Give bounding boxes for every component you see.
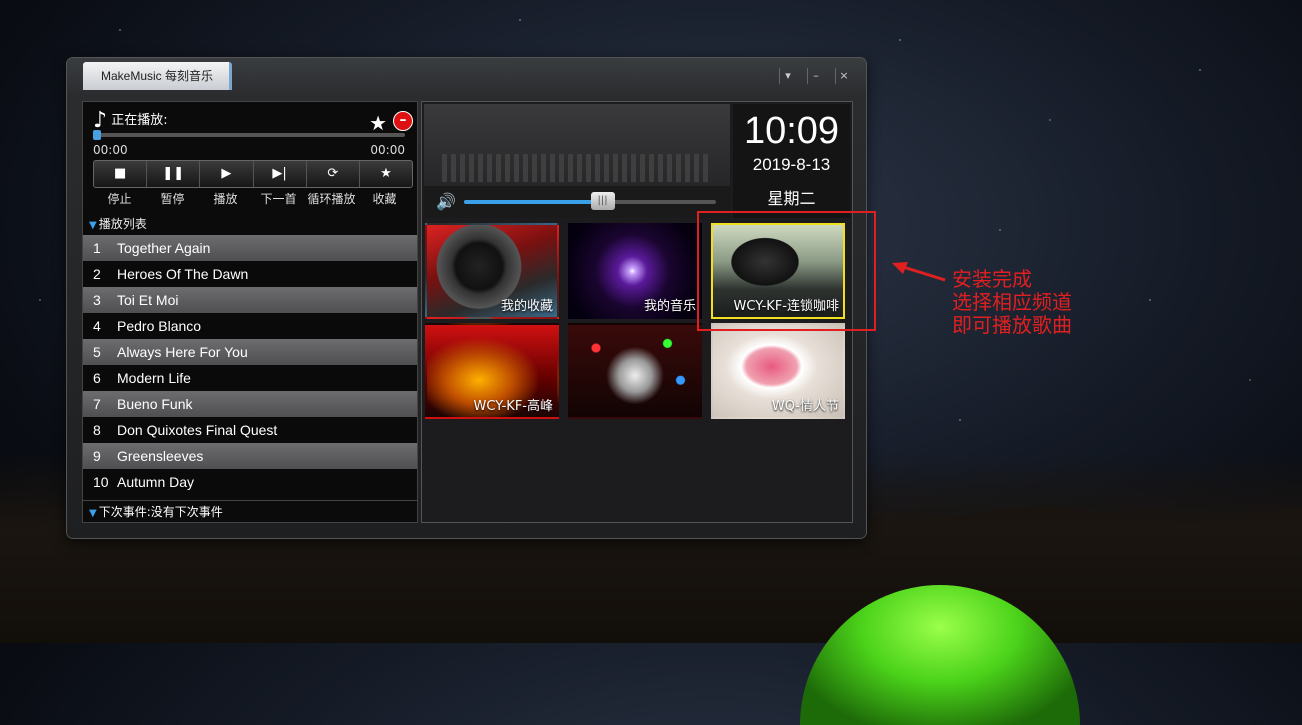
play-icon: ▶ [221, 166, 232, 181]
clock-weekday: 星期二 [767, 189, 816, 208]
playlist-row[interactable]: 10 Autumn Day [83, 469, 417, 495]
playlist-row[interactable]: 3 Toi Et Moi [83, 287, 417, 313]
annotation-line: 即可播放歌曲 [952, 313, 1072, 337]
playlist-row[interactable]: 7 Bueno Funk [83, 391, 417, 417]
playlist-row[interactable]: 8 Don Quixotes Final Quest [83, 417, 417, 443]
playlist-row[interactable]: 2 Heroes Of The Dawn [83, 261, 417, 287]
playlist-row[interactable]: 1 Together Again [83, 235, 417, 261]
pause-icon: ❚❚ [162, 166, 185, 181]
annotation-line: 安装完成 [952, 267, 1032, 291]
playlist-row[interactable]: 9 Greensleeves [83, 443, 417, 469]
track-title: Modern Life [117, 370, 191, 386]
track-title: Don Quixotes Final Quest [117, 422, 278, 438]
channel-label: 我的收藏 [500, 299, 553, 314]
track-number: 6 [93, 370, 101, 386]
star-button[interactable]: ★ [360, 161, 412, 187]
track-number: 7 [93, 396, 101, 412]
volume-knob[interactable]: ||| [590, 192, 615, 210]
track-title: Bueno Funk [117, 396, 193, 412]
track-number: 4 [93, 318, 101, 334]
progress-bar[interactable] [93, 130, 405, 140]
volume-row: 🔊 ||| [424, 186, 730, 218]
remove-icon[interactable]: – [393, 111, 413, 131]
favorite-star-icon[interactable]: ★ [369, 111, 387, 135]
channel-label: 我的音乐 [643, 299, 696, 314]
volume-slider[interactable]: ||| [464, 192, 716, 210]
stop-button[interactable]: ■ [94, 161, 148, 187]
control-label[interactable]: 下一首 [252, 190, 305, 207]
now-playing-label: 正在播放: [111, 113, 168, 128]
playlist-row[interactable]: 5 Always Here For You [83, 339, 417, 365]
equalizer-bars [442, 154, 712, 182]
close-icon[interactable]: × [835, 68, 852, 84]
playlist-row[interactable]: 6 Modern Life [83, 365, 417, 391]
menu-dropdown-icon[interactable]: ▾ [779, 68, 796, 84]
clock-time: 10:09 [743, 110, 840, 152]
track-number: 9 [93, 448, 101, 464]
channel-tile[interactable]: 我的收藏 [425, 223, 559, 319]
track-title: Heroes Of The Dawn [117, 266, 249, 282]
playback-control-labels: 停止 暂停 播放 下一首 循环播放 收藏 [93, 190, 411, 207]
clock-panel: 10:09 2019-8-13 星期二 [733, 104, 850, 218]
track-title: Greensleeves [117, 448, 204, 464]
annotation-arrow-icon [892, 262, 946, 282]
clock-date: 2019-8-13 [752, 155, 831, 174]
playlist-row[interactable]: 4 Pedro Blanco [83, 313, 417, 339]
time-total: 00:00 [370, 143, 405, 157]
track-number: 5 [93, 344, 101, 360]
star-icon: ★ [380, 166, 392, 181]
track-title: Autumn Day [117, 474, 195, 490]
speaker-icon[interactable]: 🔊 [436, 192, 456, 211]
app-logo: MakeMusic 每刻音乐 [83, 62, 232, 90]
annotation-line: 选择相应频道 [952, 290, 1072, 314]
track-number: 10 [93, 474, 109, 490]
channel-tile[interactable]: WCY-KF-高峰 [425, 323, 559, 419]
now-playing: ♪ 正在播放: [93, 108, 168, 133]
equalizer-display [424, 104, 730, 186]
control-label[interactable]: 暂停 [146, 190, 199, 207]
track-title: Together Again [117, 240, 211, 256]
track-number: 8 [93, 422, 101, 438]
channel-label: WQ-情人节 [771, 399, 839, 414]
loop-icon: ⟳ [327, 166, 339, 181]
track-number: 2 [93, 266, 101, 282]
control-label[interactable]: 收藏 [358, 190, 411, 207]
channel-tile[interactable] [568, 323, 702, 419]
time-elapsed: 00:00 [93, 143, 128, 157]
playlist-header-label: 播放列表 [98, 217, 147, 231]
track-title: Toi Et Moi [117, 292, 179, 308]
annotation-text: 安装完成 选择相应频道 即可播放歌曲 [952, 268, 1072, 337]
next-event-bar: ▼ 下次事件:没有下次事件 [83, 500, 417, 522]
expand-triangle-icon: ▼ [89, 508, 97, 519]
stop-icon: ■ [113, 166, 127, 181]
minimize-icon[interactable]: – [807, 68, 824, 84]
control-label[interactable]: 播放 [199, 190, 252, 207]
track-number: 1 [93, 240, 101, 256]
next-button[interactable]: ▶| [254, 161, 307, 187]
loop-button[interactable]: ⟳ [307, 161, 360, 187]
next-event-text: 下次事件:没有下次事件 [98, 505, 223, 519]
track-number: 3 [93, 292, 101, 308]
control-label[interactable]: 停止 [93, 190, 146, 207]
progress-knob[interactable] [93, 130, 101, 140]
expand-triangle-icon: ▼ [89, 220, 97, 231]
pause-button[interactable]: ❚❚ [147, 161, 201, 187]
playlist: 1 Together Again 2 Heroes Of The Dawn 3 Toi E… [83, 235, 417, 495]
channel-tile[interactable]: 我的音乐 [568, 223, 702, 319]
play-button[interactable]: ▶ [200, 161, 254, 187]
next-icon: ▶| [272, 166, 287, 181]
player-panel: ♪ 正在播放: ★ – 00:00 00:00 ■ ❚❚ ▶ ▶| ⟳ ★ 停止 暂停 播放下… [82, 101, 418, 523]
annotation-highlight-box [697, 211, 876, 331]
track-title: Pedro Blanco [117, 318, 202, 334]
volume-fill [464, 200, 603, 204]
playlist-header[interactable]: ▼ 播放列表 [89, 215, 147, 232]
control-label[interactable]: 循环播放 [305, 190, 358, 207]
track-title: Always Here For You [117, 344, 248, 360]
channel-label: WCY-KF-高峰 [473, 399, 554, 414]
playback-controls: ■ ❚❚ ▶ ▶| ⟳ ★ [93, 160, 413, 188]
channel-tile[interactable]: WQ-情人节 [711, 323, 845, 419]
